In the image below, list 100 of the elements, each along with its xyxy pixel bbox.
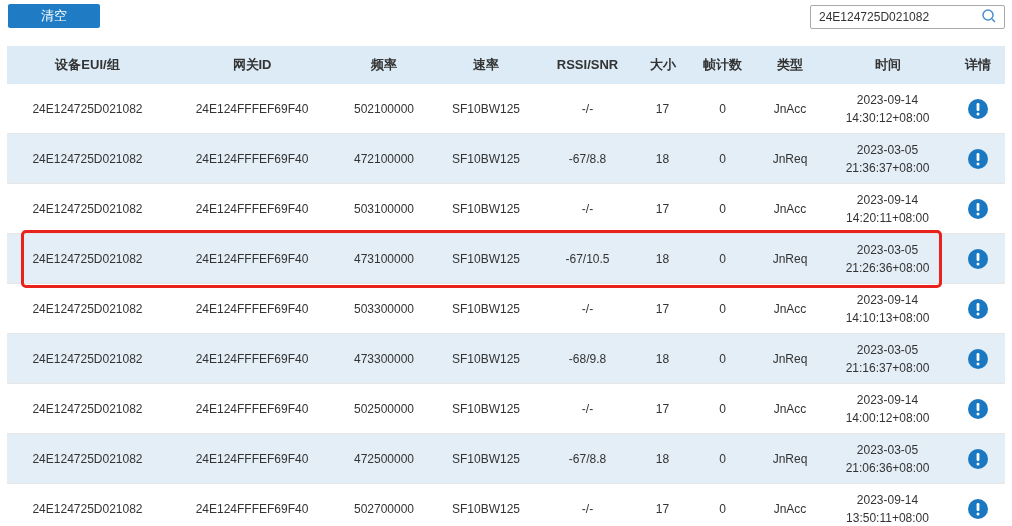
- table-cell-text: 24E124FFFEF69F40: [195, 450, 309, 468]
- table-cell-text: 2023-03-05: [856, 341, 919, 359]
- table-cell-text: JnAcc: [773, 400, 807, 418]
- info-icon[interactable]: [967, 298, 988, 319]
- table-cell-text: 502700000: [353, 500, 415, 518]
- table-cell-text: 24E124725D021082: [32, 450, 143, 468]
- table-cell-text: 17: [655, 300, 670, 318]
- info-icon[interactable]: [967, 148, 988, 169]
- table-cell-text: SF10BW125: [451, 400, 520, 418]
- table-cell-text: JnReq: [772, 150, 808, 168]
- table-cell-text: 13:50:11+08:00: [846, 509, 929, 526]
- table-cell-text: 17: [655, 400, 670, 418]
- table-cell-text: 473100000: [353, 250, 415, 268]
- table-cell-text: -67/10.5: [565, 250, 610, 268]
- clear-button[interactable]: 清空: [8, 4, 100, 28]
- table-cell-text: SF10BW125: [451, 250, 520, 268]
- table-cell-text: 21:06:36+08:00: [845, 459, 930, 477]
- column-header: 帧计数: [703, 56, 742, 75]
- table-cell-text: 24E124FFFEF69F40: [195, 400, 309, 418]
- table-cell-text: JnAcc: [773, 100, 807, 118]
- table-cell-text: -/-: [581, 500, 594, 518]
- info-icon[interactable]: [967, 498, 988, 519]
- table-cell-text: 14:00:12+08:00: [845, 409, 930, 427]
- table-cell-text: 503300000: [353, 300, 415, 318]
- table-cell-text: 14:30:12+08:00: [845, 109, 930, 127]
- table-cell-text: 0: [719, 500, 726, 518]
- table-cell-text: 2023-09-14: [856, 491, 919, 509]
- table-cell-text: 21:26:36+08:00: [845, 259, 930, 277]
- table-cell-text: -68/9.8: [568, 350, 607, 368]
- table-cell-text: 18: [655, 250, 670, 268]
- column-header: 频率: [371, 56, 397, 75]
- table-cell-text: SF10BW125: [451, 350, 520, 368]
- table-cell-text: 472100000: [353, 150, 415, 168]
- table-cell-text: SF10BW125: [451, 500, 520, 518]
- table-cell-text: JnReq: [772, 350, 808, 368]
- column-header: 网关ID: [232, 56, 272, 75]
- column-header: 大小: [649, 56, 676, 75]
- table-cell-text: 2023-09-14: [856, 91, 919, 109]
- table-cell-text: 18: [655, 450, 670, 468]
- table-cell-text: 21:36:37+08:00: [845, 159, 930, 177]
- table-cell-text: SF10BW125: [451, 300, 520, 318]
- table-cell-text: 24E124FFFEF69F40: [195, 200, 309, 218]
- table-cell-text: SF10BW125: [451, 450, 520, 468]
- table-cell-text: JnReq: [772, 250, 808, 268]
- table-cell-text: 503100000: [353, 200, 415, 218]
- table-cell-text: 473300000: [353, 350, 415, 368]
- table-cell-text: 24E124725D021082: [32, 150, 143, 168]
- table-cell-text: 18: [655, 150, 670, 168]
- table-cell-text: 0: [719, 150, 726, 168]
- search-field[interactable]: 24E124725D021082: [810, 5, 1005, 29]
- table-cell-text: -/-: [581, 400, 594, 418]
- table-cell-text: 24E124725D021082: [32, 300, 143, 318]
- table-cell-text: JnAcc: [773, 300, 807, 318]
- table-cell-text: 24E124725D021082: [32, 100, 143, 118]
- info-icon[interactable]: [967, 248, 988, 269]
- table-cell-text: JnReq: [772, 450, 808, 468]
- table-cell-text: 2023-09-14: [856, 391, 919, 409]
- table-cell-text: 24E124725D021082: [32, 200, 143, 218]
- column-header: 时间: [874, 56, 901, 75]
- table-cell-text: JnAcc: [773, 500, 807, 518]
- table-cell-text: -67/8.8: [568, 450, 607, 468]
- table-cell-text: 0: [719, 400, 726, 418]
- table-cell-text: 502500000: [353, 400, 415, 418]
- table-cell-text: 2023-03-05: [856, 241, 919, 259]
- table-cell-text: 2023-09-14: [856, 291, 919, 309]
- search-icon[interactable]: [981, 8, 997, 24]
- table-cell-text: 0: [719, 300, 726, 318]
- table-cell-text: 24E124725D021082: [32, 250, 143, 268]
- info-icon[interactable]: [967, 348, 988, 369]
- table-cell-text: 24E124FFFEF69F40: [195, 100, 309, 118]
- info-icon[interactable]: [967, 98, 988, 119]
- table-cell-text: 17: [655, 500, 670, 518]
- table-cell-text: SF10BW125: [451, 150, 520, 168]
- table-cell-text: 24E124FFFEF69F40: [195, 350, 309, 368]
- table-cell-text: 0: [719, 450, 726, 468]
- table-cell-text: -/-: [581, 100, 594, 118]
- table-cell-text: 24E124FFFEF69F40: [195, 500, 309, 518]
- column-header: 速率: [473, 56, 499, 75]
- table-cell-text: 0: [719, 250, 726, 268]
- column-header: RSSI/SNR: [556, 56, 619, 75]
- table-cell-text: JnAcc: [773, 200, 807, 218]
- table-cell-text: 17: [655, 200, 670, 218]
- table-cell-text: 24E124FFFEF69F40: [195, 150, 309, 168]
- table-cell-text: -67/8.8: [568, 150, 607, 168]
- table-cell-text: 2023-09-14: [856, 191, 919, 209]
- table-cell-text: SF10BW125: [451, 100, 520, 118]
- table-cell-text: 502100000: [353, 100, 415, 118]
- table-cell-text: 18: [655, 350, 670, 368]
- info-icon[interactable]: [967, 448, 988, 469]
- table-cell-text: SF10BW125: [451, 200, 520, 218]
- info-icon[interactable]: [967, 398, 988, 419]
- table-cell-text: 14:10:13+08:00: [845, 309, 930, 327]
- column-header: 详情: [964, 56, 991, 75]
- table-cell-text: 0: [719, 350, 726, 368]
- table-cell-text: 0: [719, 200, 726, 218]
- table-cell-text: 472500000: [353, 450, 415, 468]
- table-cell-text: -/-: [581, 300, 594, 318]
- table-cell-text: 24E124725D021082: [32, 500, 143, 518]
- info-icon[interactable]: [967, 198, 988, 219]
- table-cell-text: 24E124725D021082: [32, 350, 143, 368]
